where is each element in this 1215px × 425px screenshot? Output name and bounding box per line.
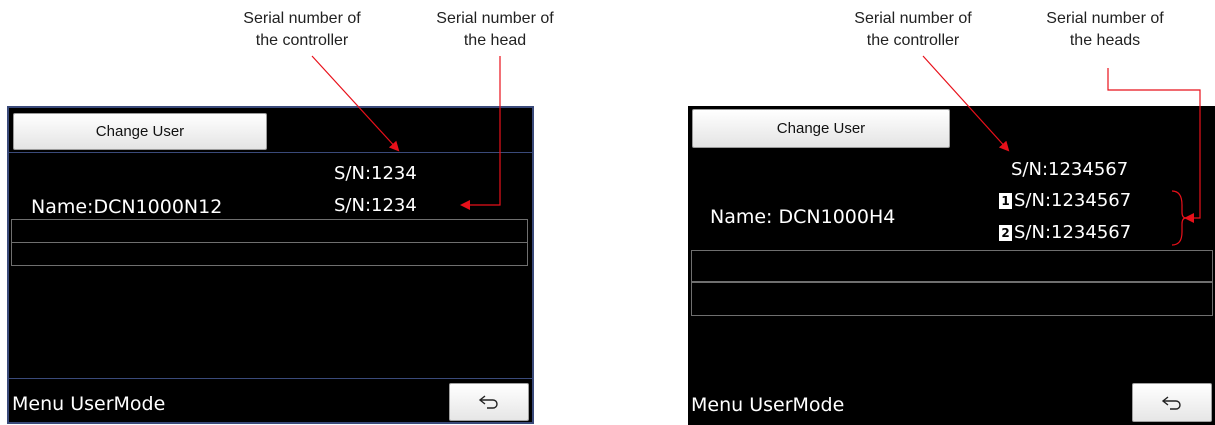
return-arrow-icon [1161,395,1181,410]
footer-divider [9,378,532,379]
device-name: Name:DCN1000N12 [31,196,223,218]
left-callout-controller-serial: Serial number of the controller [243,10,361,49]
return-arrow-icon [478,395,498,409]
controller-serial-number: S/N:1234567 [1011,159,1129,180]
back-button[interactable] [449,383,529,421]
head-1-serial-text: S/N:1234567 [1014,190,1132,211]
right-device-screen: Change User S/N:1234567 Name: DCN1000H4 … [688,106,1215,425]
device-name: Name: DCN1000H4 [710,206,896,228]
head-serial-number: S/N:1234 [334,195,417,216]
change-user-button[interactable]: Change User [13,113,267,150]
list-row[interactable] [11,242,528,266]
list-row[interactable] [11,219,528,243]
back-button[interactable] [1132,383,1212,422]
right-callout-heads-serial: Serial number of the heads [1046,10,1164,49]
head-1-badge: 1 [999,193,1012,209]
change-user-button[interactable]: Change User [692,109,950,148]
right-callout-controller-serial: Serial number of the controller [854,10,972,49]
controller-serial-number: S/N:1234 [334,163,417,184]
menu-mode-label: Menu UserMode [12,393,166,415]
head-2-serial-text: S/N:1234567 [1014,222,1132,243]
head-1-serial-number: 1 S/N:1234567 [999,190,1131,211]
list-row[interactable] [691,282,1213,316]
menu-mode-label: Menu UserMode [691,394,845,416]
head-2-badge: 2 [999,225,1012,241]
list-row[interactable] [691,250,1213,282]
head-2-serial-number: 2 S/N:1234567 [999,222,1131,243]
left-callout-head-serial: Serial number of the head [436,10,554,49]
left-device-screen: Change User S/N:1234 Name:DCN1000N12 S/N… [7,106,534,424]
header-divider [9,152,532,153]
